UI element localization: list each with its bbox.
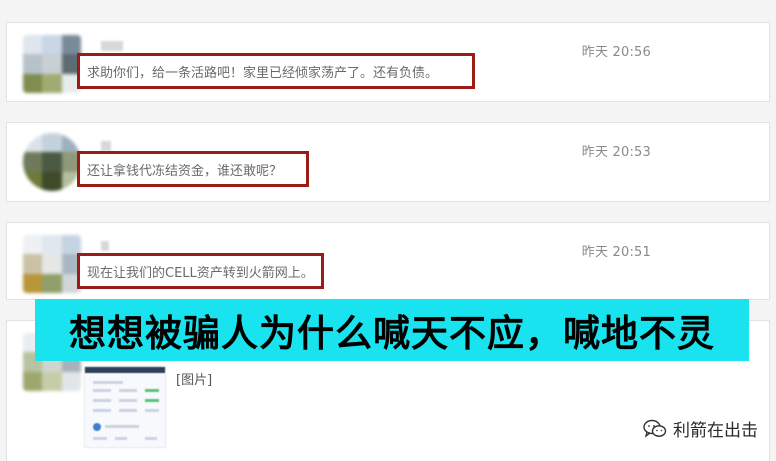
avatar[interactable] <box>23 35 81 93</box>
timestamp: 昨天 20:56 <box>581 45 651 60</box>
wechat-icon <box>643 419 667 438</box>
timestamp: 昨天 20:51 <box>581 245 651 260</box>
timestamp: 昨天 20:53 <box>581 145 651 160</box>
highlighted-message: 求助你们，给一条活路吧！家里已经倾家荡产了。还有负债。 <box>77 53 475 89</box>
highlighted-message: 现在让我们的CELL资产转到火箭网上。 <box>77 253 324 289</box>
image-thumbnail[interactable] <box>84 366 166 448</box>
caption-banner: 想想被骗人为什么喊天不应，喊地不灵 <box>35 299 749 361</box>
image-label: [图片] <box>176 373 213 388</box>
username-blurred <box>101 141 111 151</box>
username-blurred <box>101 41 123 51</box>
watermark-text: 利箭在出击 <box>673 421 758 441</box>
username-blurred <box>101 241 109 251</box>
avatar[interactable] <box>23 133 81 191</box>
watermark: 利箭在出击 <box>643 416 758 441</box>
avatar[interactable] <box>23 235 81 293</box>
highlighted-message: 还让拿钱代冻结资金，谁还敢呢？ <box>77 151 309 187</box>
